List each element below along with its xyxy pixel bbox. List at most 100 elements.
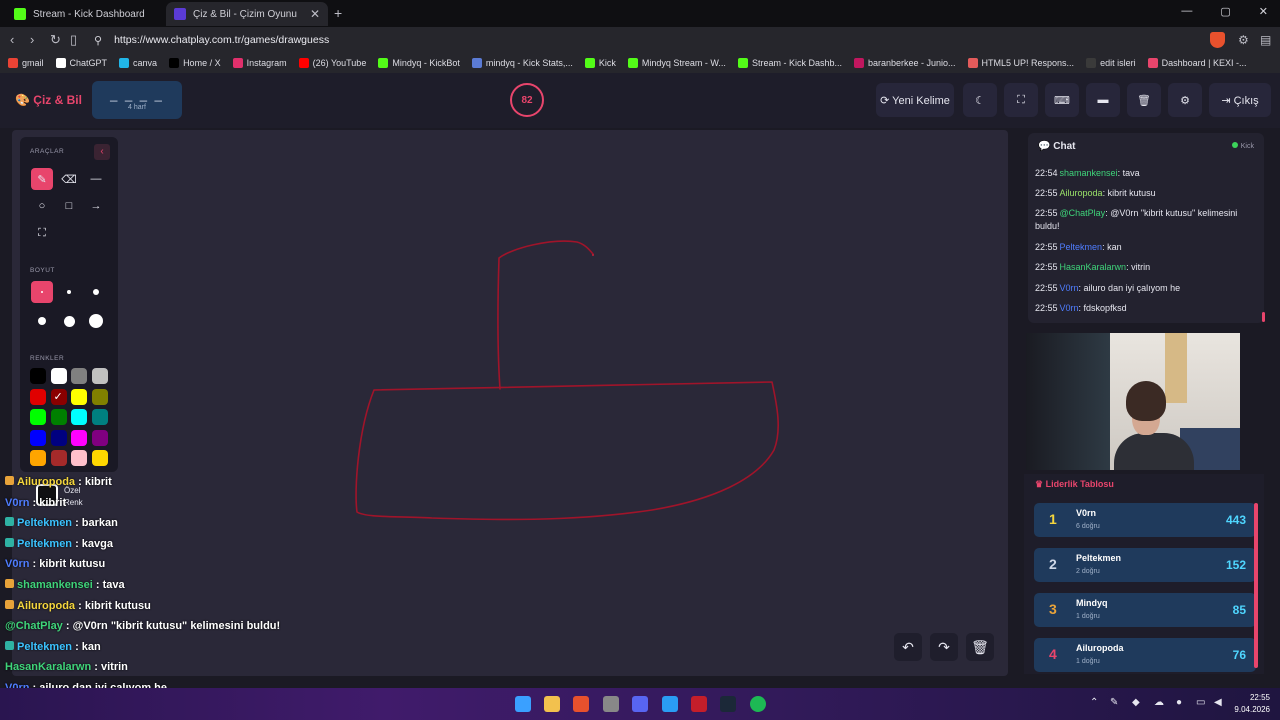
bookmark-item[interactable]: Mindyq Stream - W... (627, 58, 726, 68)
forward-icon[interactable]: › (30, 32, 34, 47)
bookmark-item[interactable]: Dashboard | KEXI -... (1147, 58, 1246, 68)
window-icon[interactable]: ▬ (1086, 83, 1120, 117)
bookmark-icon[interactable]: ▯ (70, 32, 77, 48)
obs-icon[interactable] (603, 696, 619, 712)
discord-icon[interactable] (632, 696, 648, 712)
color-swatch[interactable] (71, 450, 87, 466)
size-1-button[interactable] (31, 281, 53, 303)
size-3-button[interactable] (85, 281, 107, 303)
color-swatch[interactable] (30, 429, 46, 446)
chat-scrollbar[interactable] (1262, 312, 1265, 322)
minimize-button[interactable]: — (1181, 5, 1192, 18)
new-tab-button[interactable]: + (334, 5, 342, 21)
color-swatch[interactable] (91, 368, 108, 384)
maximize-button[interactable]: ▢ (1220, 5, 1230, 18)
bookmark-item[interactable]: Instagram (232, 58, 287, 68)
new-word-button[interactable]: ⟳ Yeni Kelime (876, 83, 954, 117)
chat-user[interactable]: Ailuropoda (1060, 188, 1103, 198)
clear-canvas-button[interactable]: 🗑 (966, 633, 994, 661)
size-6-button[interactable] (85, 310, 107, 332)
bookmark-item[interactable]: ChatGPT (55, 58, 107, 68)
color-swatch[interactable] (30, 368, 46, 384)
keyboard-icon[interactable]: ⌨ (1045, 83, 1079, 117)
color-swatch[interactable] (71, 388, 87, 405)
steam-icon[interactable] (720, 696, 736, 712)
cloud-icon[interactable]: ☁ (1154, 697, 1164, 708)
color-swatch[interactable] (50, 409, 67, 425)
color-swatch[interactable] (50, 388, 67, 405)
wallet-icon[interactable]: ▤ (1260, 33, 1271, 47)
brave-shield-icon[interactable] (1210, 32, 1225, 48)
site-settings-icon[interactable]: ⚲ (94, 34, 102, 47)
close-tab-icon[interactable]: ✕ (310, 7, 320, 21)
chat-user[interactable]: @ChatPlay (1060, 208, 1106, 218)
color-swatch[interactable] (50, 429, 67, 446)
network-icon[interactable]: ▭ (1196, 697, 1205, 708)
drawing-canvas[interactable] (12, 130, 1008, 676)
close-window-button[interactable]: ✕ (1259, 5, 1268, 18)
fullscreen-icon[interactable]: ⛶ (1004, 83, 1038, 117)
bookmark-item[interactable]: edit isleri (1086, 58, 1136, 68)
volume-icon[interactable]: ◀ (1214, 697, 1222, 708)
color-swatch[interactable] (71, 409, 87, 425)
undo-button[interactable]: ↶ (894, 633, 922, 661)
rectangle-icon[interactable]: □ (58, 195, 80, 217)
color-swatch[interactable] (30, 409, 46, 425)
leaderboard-scrollbar[interactable] (1254, 503, 1258, 668)
settings-icon[interactable]: ⚙ (1168, 83, 1202, 117)
logout-button[interactable]: ⇥ Çıkış (1209, 83, 1271, 117)
size-5-button[interactable] (58, 310, 80, 332)
bookmark-item[interactable]: Kick (584, 58, 616, 68)
chat-user[interactable]: V0rn (1060, 283, 1079, 293)
eraser-icon[interactable]: ⌫ (58, 168, 80, 190)
brave-icon[interactable] (573, 696, 589, 712)
size-4-button[interactable] (31, 310, 53, 332)
redo-button[interactable]: ↷ (930, 633, 958, 661)
taskbar-clock[interactable]: 22:55 9.04.2026 (1234, 692, 1270, 716)
color-swatch[interactable] (71, 368, 87, 384)
extensions-icon[interactable]: ⚙ (1238, 33, 1249, 47)
pencil-icon[interactable]: ✎ (31, 168, 53, 190)
color-swatch[interactable] (71, 429, 87, 446)
bookmark-item[interactable]: baranberkee - Junio... (853, 58, 956, 68)
bookmark-item[interactable]: mindyq - Kick Stats,... (471, 58, 573, 68)
bookmark-item[interactable]: Stream - Kick Dashb... (737, 58, 842, 68)
app-icon[interactable] (691, 696, 707, 712)
app-logo[interactable]: 🎨 Çiz & Bil (15, 93, 82, 107)
back-icon[interactable]: ‹ (10, 32, 14, 47)
chat-user[interactable]: HasanKaralarwn (1060, 262, 1127, 272)
line-icon[interactable]: — (85, 168, 107, 190)
bookmark-item[interactable]: Mindyq - KickBot (378, 58, 460, 68)
bookmark-item[interactable]: gmail (8, 58, 44, 68)
color-swatch[interactable] (91, 429, 108, 446)
pen-icon[interactable]: ✎ (1110, 697, 1118, 708)
size-2-button[interactable] (58, 281, 80, 303)
spotify-icon[interactable] (750, 696, 766, 712)
arrow-icon[interactable]: → (85, 195, 107, 217)
bookmark-item[interactable]: (26) YouTube (298, 58, 366, 68)
tab-kick-dashboard[interactable]: Stream - Kick Dashboard (6, 2, 164, 26)
bookmark-item[interactable]: HTML5 UP! Respons... (967, 58, 1074, 68)
tray-chevron-icon[interactable]: ⌃ (1090, 697, 1098, 708)
collapse-panel-icon[interactable]: ‹ (94, 144, 110, 160)
bookmark-item[interactable]: canva (119, 58, 157, 68)
color-swatch[interactable] (91, 388, 108, 405)
circle-icon[interactable]: ○ (31, 195, 53, 217)
chat-user[interactable]: V0rn (1060, 303, 1079, 313)
chat-user[interactable]: Peltekmen (1060, 242, 1103, 252)
file-explorer-icon[interactable] (544, 696, 560, 712)
color-swatch[interactable] (50, 368, 67, 384)
color-swatch[interactable] (30, 450, 46, 466)
bookmark-item[interactable]: Home / X (169, 58, 221, 68)
fill-bucket-icon[interactable]: ⛶ (31, 222, 53, 244)
reload-icon[interactable]: ↻ (50, 32, 61, 48)
color-swatch[interactable] (30, 388, 46, 405)
url-field[interactable]: ⚲ https://www.chatplay.com.tr/games/draw… (88, 30, 1200, 50)
tray-app-icon[interactable]: ◆ (1132, 697, 1140, 708)
chat-user[interactable]: shamankensei (1060, 168, 1118, 178)
mic-icon[interactable]: ● (1176, 697, 1182, 708)
vscode-icon[interactable] (662, 696, 678, 712)
tab-ciz-bil[interactable]: Çiz & Bil - Çizim Oyunu ✕ (166, 2, 328, 26)
trash-icon[interactable]: 🗑 (1127, 83, 1161, 117)
theme-toggle-icon[interactable]: ☾ (963, 83, 997, 117)
